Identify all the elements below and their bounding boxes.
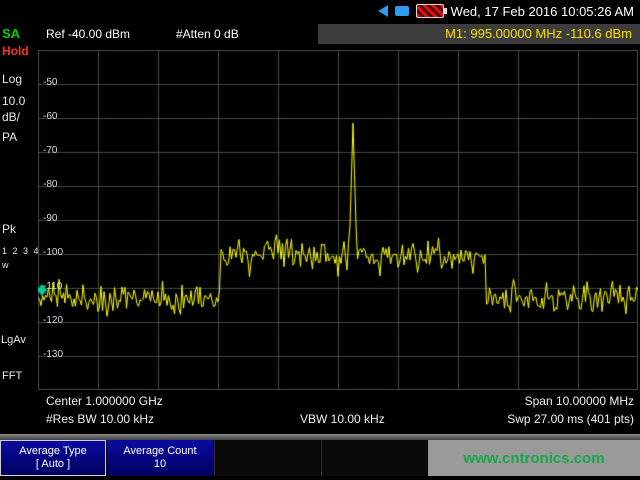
y-axis-label: -60 <box>43 111 57 122</box>
datetime-text: Wed, 17 Feb 2016 10:05:26 AM <box>451 4 634 19</box>
sweep-annotation-footer: Center 1.000000 GHz Span 10.00000 MHz #R… <box>38 392 640 434</box>
mode-indicator: SA <box>2 26 20 41</box>
sweep-time-label: Swp 27.00 ms (401 pts) <box>507 412 634 426</box>
hold-indicator: Hold <box>2 44 29 58</box>
y-axis-label: -130 <box>43 349 63 360</box>
watermark: www.cntronics.com <box>428 440 640 476</box>
fft-indicator: FFT <box>2 370 22 382</box>
trace-numbers-indicator: 1 2 3 4 <box>2 246 40 256</box>
softkey-bar: Average Type [ Auto ] Average Count 10 w… <box>0 440 640 480</box>
peak-indicator: Pk <box>2 222 16 236</box>
y-axis-label: -90 <box>43 213 57 224</box>
status-bar: Wed, 17 Feb 2016 10:05:26 AM <box>0 0 640 22</box>
softkey-blank-2[interactable] <box>321 440 427 476</box>
scale-value-indicator: 10.0 <box>2 94 25 108</box>
preamp-indicator: PA <box>2 130 17 144</box>
y-axis-label: -110 <box>43 281 62 292</box>
average-type-indicator: LgAv <box>1 334 26 346</box>
softkey-average-type[interactable]: Average Type [ Auto ] <box>0 440 106 476</box>
y-axis-label: -100 <box>43 247 63 258</box>
marker-readout: M1: 995.00000 MHz -110.6 dBm <box>318 24 640 44</box>
span-label: Span 10.00000 MHz <box>525 394 634 408</box>
softkey-label-line2: 10 <box>154 458 166 471</box>
y-axis-label: -70 <box>43 145 57 156</box>
video-bw-label: VBW 10.00 kHz <box>300 412 385 426</box>
ref-level-label: Ref -40.00 dBm <box>46 27 130 41</box>
usb-icon <box>395 6 409 16</box>
softkey-label-line2: [ Auto ] <box>36 458 70 471</box>
attenuation-label: #Atten 0 dB <box>176 27 239 41</box>
remote-arrow-icon <box>378 5 388 17</box>
measurement-header: Ref -40.00 dBm #Atten 0 dB M1: 995.00000… <box>38 22 640 48</box>
res-bw-label: #Res BW 10.00 kHz <box>46 412 154 426</box>
left-annotation-column: SA Hold Log 10.0 dB/ PA Pk 1 2 3 4 w LgA… <box>0 22 38 432</box>
y-axis-label: -80 <box>43 179 57 190</box>
battery-icon <box>416 4 444 18</box>
softkey-average-count[interactable]: Average Count 10 <box>107 440 213 476</box>
softkey-label-line1: Average Type <box>19 445 86 458</box>
spectrum-analyzer-screen: Wed, 17 Feb 2016 10:05:26 AM Ref -40.00 … <box>0 0 640 480</box>
trace-write-indicator: w <box>2 260 9 270</box>
scale-unit-indicator: dB/ <box>2 110 20 124</box>
y-axis-label: -50 <box>43 77 57 88</box>
y-axis-label: -120 <box>43 315 63 326</box>
softkey-label-line1: Average Count <box>123 445 196 458</box>
scale-type-indicator: Log <box>2 72 22 86</box>
trace-canvas <box>38 50 638 390</box>
softkey-blank-1[interactable] <box>214 440 320 476</box>
center-freq-label: Center 1.000000 GHz <box>46 394 163 408</box>
plot-area: -50 -60 -70 -80 -90 -100 -110 -120 -130 <box>38 50 638 390</box>
